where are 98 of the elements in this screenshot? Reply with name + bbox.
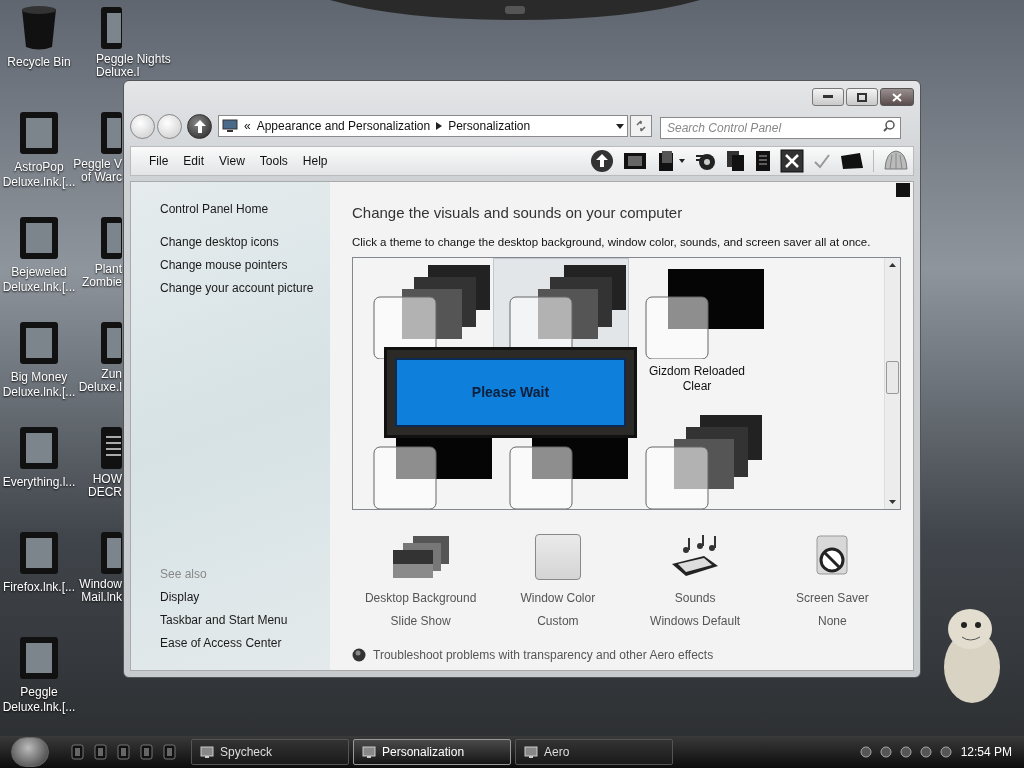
app-icon [524,745,538,759]
task-link[interactable]: Control Panel Home [160,200,330,218]
see-also-link[interactable]: Display [160,588,330,606]
see-also-link[interactable]: Taskbar and Start Menu [160,611,330,629]
shortcut-icon[interactable] [19,530,59,576]
setting-value[interactable]: Slide Show [390,611,451,630]
shell-icon[interactable] [883,149,909,173]
close-box-icon[interactable] [780,149,804,173]
taskbar-button[interactable]: Aero [515,739,673,765]
task-link[interactable]: Change desktop icons [160,233,330,251]
copy-icon[interactable] [726,150,746,172]
shortcut-icon[interactable] [19,635,59,681]
shortcut-icon[interactable] [100,215,123,261]
app-icon [200,745,214,759]
desktop-icon-label[interactable]: Everything.l... [2,475,76,490]
shortcut-icon[interactable] [100,530,123,576]
dropdown-arrow-icon[interactable] [616,123,624,129]
task-link[interactable]: Change mouse pointers [160,256,330,274]
menu-item[interactable]: View [219,152,245,170]
shortcut-icon[interactable] [19,320,59,366]
minimize-button[interactable] [812,88,844,106]
menu-item[interactable]: Edit [183,152,205,170]
square-icon [896,183,910,197]
close-button[interactable] [880,88,914,106]
desktop-icon-label[interactable]: HOW DECR [88,473,123,499]
menu-item[interactable]: Tools [259,152,288,170]
up-arrow-icon [193,119,206,133]
close-icon [892,92,902,102]
task-link[interactable]: Change your account picture [160,279,330,297]
start-button[interactable] [11,737,49,767]
shortcut-icon[interactable] [19,215,59,261]
quick-launch-icon[interactable] [140,744,153,760]
document-icon[interactable] [755,150,771,172]
refresh-arrows-icon [635,120,647,132]
taskbar-button[interactable]: Spycheck [191,739,349,765]
desktop-icon-label[interactable]: Peggle Nights Deluxe.l [96,53,171,79]
scrollbar[interactable] [884,257,900,509]
quick-launch-icon[interactable] [71,744,84,760]
see-also-link[interactable]: Ease of Access Center [160,634,330,652]
setting-title[interactable]: Window Color [520,588,596,607]
shortcut-icon[interactable] [19,425,59,471]
scroll-down-icon [889,499,896,504]
address-bar[interactable]: « Appearance and Personalization Personalization [218,115,628,137]
shortcut-icon[interactable] [19,110,59,156]
desktop-icon-label[interactable]: Big Money Deluxe.lnk.[... [2,370,76,400]
troubleshoot-link[interactable]: Troubleshoot problems with transparency and other Aero effects [373,645,714,664]
page-heading: Change the visuals and sounds on your computer [352,203,684,223]
maximize-button[interactable] [846,88,878,106]
desktop-icon-label[interactable]: Recycle Bin [7,55,71,70]
theme-item[interactable]: Gizdom Reloaded Clear [629,257,765,408]
app-icon [362,745,376,759]
troubleshoot-icon [352,647,366,662]
back-button[interactable] [130,113,155,139]
quick-launch-icon[interactable] [117,744,130,760]
breadcrumb-prefix: « [244,118,251,135]
breadcrumb-item[interactable]: Personalization [448,117,531,135]
search-field[interactable]: Search Control Panel [660,117,901,139]
shortcut-icon[interactable] [100,320,123,366]
shortcut-icon[interactable] [100,110,123,156]
desktop-icon-label[interactable]: Firefox.lnk.[... [3,580,75,595]
desktop-icon-label[interactable]: Peggle Deluxe.lnk.[... [2,685,76,715]
breadcrumb-item[interactable]: Appearance and Personalization [256,117,431,135]
minimize-icon [823,95,833,99]
clock[interactable]: 12:54 PM [960,743,1012,761]
instruction-text: Click a theme to change the desktop background, window color, sounds, and screen saver all at once. [352,234,872,250]
setting-title[interactable]: Desktop Background [364,588,477,607]
up-button[interactable] [187,113,212,139]
see-also-heading: See also [160,566,208,583]
quick-launch-icon[interactable] [163,744,176,760]
maximize-icon [857,92,867,102]
photo-stack-icon [390,533,451,580]
forward-button[interactable] [157,113,182,139]
setting-title[interactable]: Sounds [674,588,716,607]
recycle-bin-icon[interactable] [19,5,59,51]
window-icon[interactable] [623,152,647,170]
quick-launch-icon[interactable] [94,744,107,760]
stacked-pages-icon[interactable] [656,150,686,172]
desktop-icon-label[interactable]: Window Mail.lnk [79,578,123,604]
breadcrumb-separator-icon [436,122,443,130]
scroll-thumb[interactable] [886,360,899,394]
desktop-icon-label[interactable]: Peggle V of Warc [73,158,123,184]
check-icon[interactable] [813,153,831,169]
scroll-up-icon [889,262,896,267]
folder-icon[interactable] [840,152,864,170]
desktop-icon-label[interactable]: Zun Deluxe.l [78,368,123,394]
setting-title[interactable]: Screen Saver [796,588,869,607]
menu-item[interactable]: File [149,152,169,170]
theme-label: Gizdom Reloaded Clear [647,363,747,394]
setting-value[interactable]: Windows Default [650,611,741,630]
please-wait-message: Please Wait [395,357,626,427]
taskbar-button[interactable]: Personalization [353,739,511,765]
refresh-button[interactable] [630,115,652,137]
setting-value[interactable]: None [818,611,847,630]
menu-item[interactable]: Help [302,152,328,170]
setting-value[interactable]: Custom [537,611,579,630]
document-icon[interactable] [100,425,123,471]
shortcut-icon[interactable] [100,5,123,51]
color-swatch [534,533,581,580]
